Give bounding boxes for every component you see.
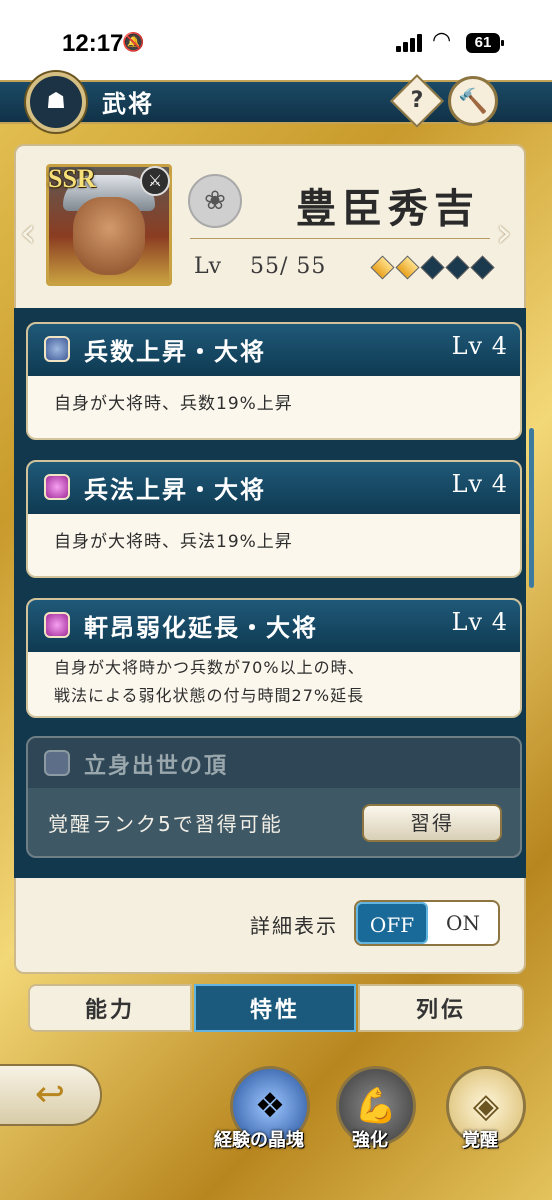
- help-icon: ?: [410, 88, 424, 113]
- general-name: 豊臣秀吉: [296, 185, 480, 232]
- back-button[interactable]: ↩: [0, 1064, 102, 1126]
- awakening-star-empty-icon: [420, 255, 445, 280]
- detail-display-toggle: OFF ON: [354, 900, 500, 946]
- exp-crystal-label: 経験の晶塊: [214, 1130, 304, 1151]
- trait-card[interactable]: 兵法上昇・大将 Lv 4 自身が大将時、兵法19%上昇: [26, 460, 522, 578]
- face-graphic: [73, 197, 145, 275]
- awakening-stars: [370, 255, 500, 280]
- toggle-on-option[interactable]: ON: [428, 902, 498, 944]
- cellular-signal-icon: [396, 34, 424, 52]
- enhance-label: 強化: [352, 1130, 388, 1151]
- trait-description-line: 戦法による弱化状態の付与時間27%延長: [54, 686, 365, 705]
- awakening-star-empty-icon: [445, 255, 470, 280]
- next-general-arrow-icon[interactable]: ›: [496, 210, 512, 256]
- awakening-star-filled-icon: [370, 255, 395, 280]
- tab-traits[interactable]: 特性: [194, 984, 356, 1032]
- tab-ability[interactable]: 能力: [28, 984, 192, 1032]
- trait-title: 兵法上昇・大将: [84, 475, 266, 504]
- silent-bell-icon: 🔕: [122, 32, 145, 53]
- locked-trait-requirement: 覚醒ランク5で習得可能: [48, 812, 283, 836]
- trait-description-line: 自身が大将時かつ兵数が70%以上の時、: [54, 658, 365, 677]
- trait-gem-grey-icon: [44, 750, 70, 776]
- toggle-off-option[interactable]: OFF: [356, 902, 428, 944]
- trait-gem-purple-icon: [44, 474, 70, 500]
- prev-general-arrow-icon[interactable]: ‹: [20, 210, 36, 256]
- trait-gem-purple-icon: [44, 612, 70, 638]
- awakening-star-empty-icon: [470, 255, 495, 280]
- trait-description: 自身が大将時かつ兵数が70%以上の時、 戦法による弱化状態の付与時間27%延長: [54, 654, 365, 710]
- trait-title: 兵数上昇・大将: [84, 337, 266, 366]
- wifi-icon: ◠: [432, 28, 452, 53]
- trait-card[interactable]: 兵数上昇・大将 Lv 4 自身が大将時、兵数19%上昇: [26, 322, 522, 440]
- level-value: 55/ 55: [250, 254, 327, 279]
- trait-card[interactable]: 軒昂弱化延長・大将 Lv 4 自身が大将時かつ兵数が70%以上の時、 戦法による…: [26, 598, 522, 718]
- trait-title: 軒昂弱化延長・大将: [84, 613, 318, 642]
- detail-display-label: 詳細表示: [250, 914, 338, 938]
- hammer-icon[interactable]: 🔨: [448, 76, 498, 126]
- awaken-label: 覚醒: [462, 1130, 498, 1151]
- page-title: 武将: [102, 89, 154, 118]
- trait-description: 自身が大将時、兵数19%上昇: [54, 394, 293, 414]
- clan-crest-icon: ❀: [188, 174, 242, 228]
- locked-trait-title: 立身出世の頂: [84, 753, 229, 779]
- level-label: Lv: [194, 254, 222, 279]
- locked-trait-card: 立身出世の頂 覚醒ランク5で習得可能 習得: [26, 736, 522, 858]
- trait-level: Lv 4: [451, 470, 508, 498]
- acquire-button[interactable]: 習得: [362, 804, 502, 842]
- tab-biography[interactable]: 列伝: [358, 984, 524, 1032]
- trait-description: 自身が大将時、兵法19%上昇: [54, 532, 293, 552]
- awakening-star-filled-icon: [395, 255, 420, 280]
- rarity-badge: SSR: [48, 164, 96, 193]
- battery-indicator: 61: [466, 33, 504, 53]
- name-divider: [190, 238, 490, 239]
- tab-bar: 能力 特性 列伝: [28, 984, 524, 1032]
- trait-level: Lv 4: [451, 332, 508, 360]
- status-time: 12:17: [62, 30, 124, 57]
- sword-badge-icon: ⚔: [140, 166, 170, 196]
- trait-list-scrollbar[interactable]: [529, 428, 534, 588]
- trait-level: Lv 4: [451, 608, 508, 636]
- trait-gem-blue-icon: [44, 336, 70, 362]
- general-emblem-icon: ☗: [26, 72, 86, 132]
